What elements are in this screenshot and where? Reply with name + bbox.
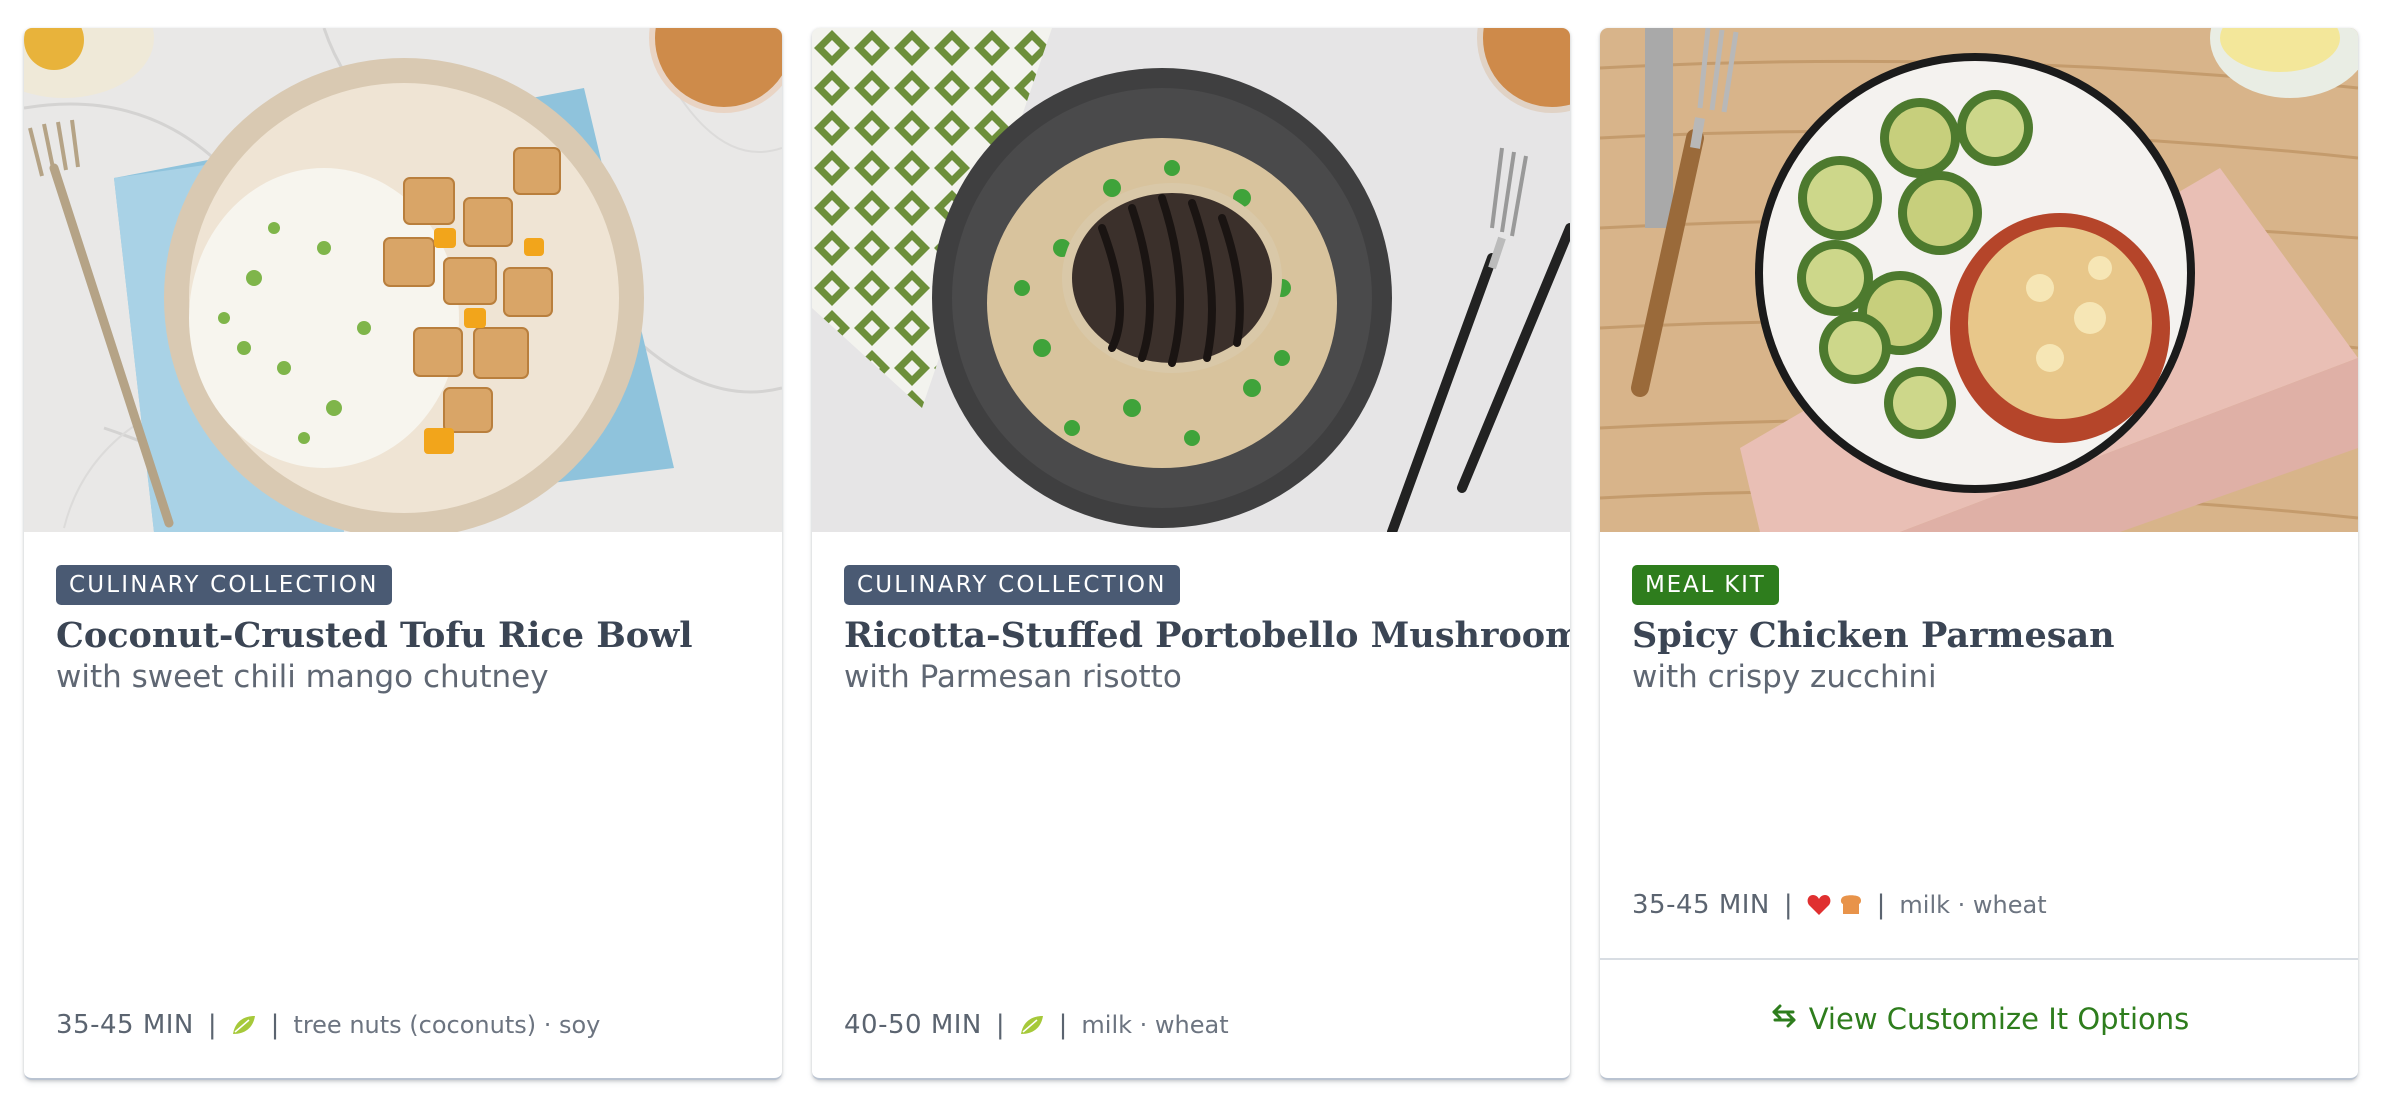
- meal-photo-portobello[interactable]: [812, 28, 1570, 532]
- recipe-subtitle: with Parmesan risotto: [844, 659, 1182, 695]
- meta-separator: |: [1783, 890, 1793, 920]
- leaf-icon: [1019, 1014, 1045, 1036]
- meta-separator: |: [1058, 1010, 1068, 1040]
- recipe-title[interactable]: Spicy Chicken Parmesan: [1632, 613, 2326, 659]
- swap-arrows-icon: [1769, 1002, 1799, 1036]
- card-body: CULINARY COLLECTION Coconut-Crusted Tofu…: [56, 565, 750, 697]
- recipe-title[interactable]: Coconut-Crusted Tofu Rice Bowl: [56, 613, 750, 659]
- meal-photo-tofu-bowl[interactable]: [24, 28, 782, 532]
- cook-time: 40-50 MIN: [844, 1010, 982, 1040]
- heart-icon: [1807, 894, 1831, 916]
- allergen-list: milk · wheat: [1899, 891, 2047, 919]
- recipe-subtitle: with sweet chili mango chutney: [56, 659, 549, 695]
- meta-separator: |: [207, 1010, 217, 1040]
- recipe-title[interactable]: Ricotta-Stuffed Portobello Mushroom: [844, 613, 1570, 659]
- meal-card-portobello[interactable]: CULINARY COLLECTION Ricotta-Stuffed Port…: [812, 28, 1570, 1080]
- card-body: MEAL KIT Spicy Chicken Parmesan with cri…: [1632, 565, 2326, 697]
- cook-time: 35-45 MIN: [56, 1010, 194, 1040]
- meta-separator: |: [1876, 890, 1886, 920]
- meal-card-chicken-parmesan[interactable]: MEAL KIT Spicy Chicken Parmesan with cri…: [1600, 28, 2358, 1080]
- recipe-meta: 40-50 MIN | | milk · wheat: [844, 1010, 1550, 1040]
- meta-separator: |: [995, 1010, 1005, 1040]
- customize-label: View Customize It Options: [1808, 1002, 2190, 1036]
- bread-icon: [1839, 894, 1863, 916]
- meal-photo-chicken-parmesan[interactable]: [1600, 28, 2358, 532]
- allergen-list: tree nuts (coconuts) · soy: [293, 1011, 601, 1039]
- category-badge: CULINARY COLLECTION: [56, 565, 392, 605]
- meal-card-tofu-bowl[interactable]: CULINARY COLLECTION Coconut-Crusted Tofu…: [24, 28, 782, 1080]
- category-badge: CULINARY COLLECTION: [844, 565, 1180, 605]
- allergen-list: milk · wheat: [1081, 1011, 1229, 1039]
- meta-separator: |: [270, 1010, 280, 1040]
- meal-card-grid: CULINARY COLLECTION Coconut-Crusted Tofu…: [24, 28, 2358, 1080]
- category-badge: MEAL KIT: [1632, 565, 1779, 605]
- leaf-icon: [231, 1014, 257, 1036]
- recipe-meta: 35-45 MIN | | tree nuts (coconuts) · soy: [56, 1010, 762, 1040]
- view-customize-options-button[interactable]: View Customize It Options: [1600, 958, 2358, 1078]
- cook-time: 35-45 MIN: [1632, 890, 1770, 920]
- recipe-meta: 35-45 MIN | | milk · wheat: [1632, 890, 2338, 920]
- recipe-subtitle: with crispy zucchini: [1632, 659, 1937, 695]
- card-body: CULINARY COLLECTION Ricotta-Stuffed Port…: [844, 565, 1570, 697]
